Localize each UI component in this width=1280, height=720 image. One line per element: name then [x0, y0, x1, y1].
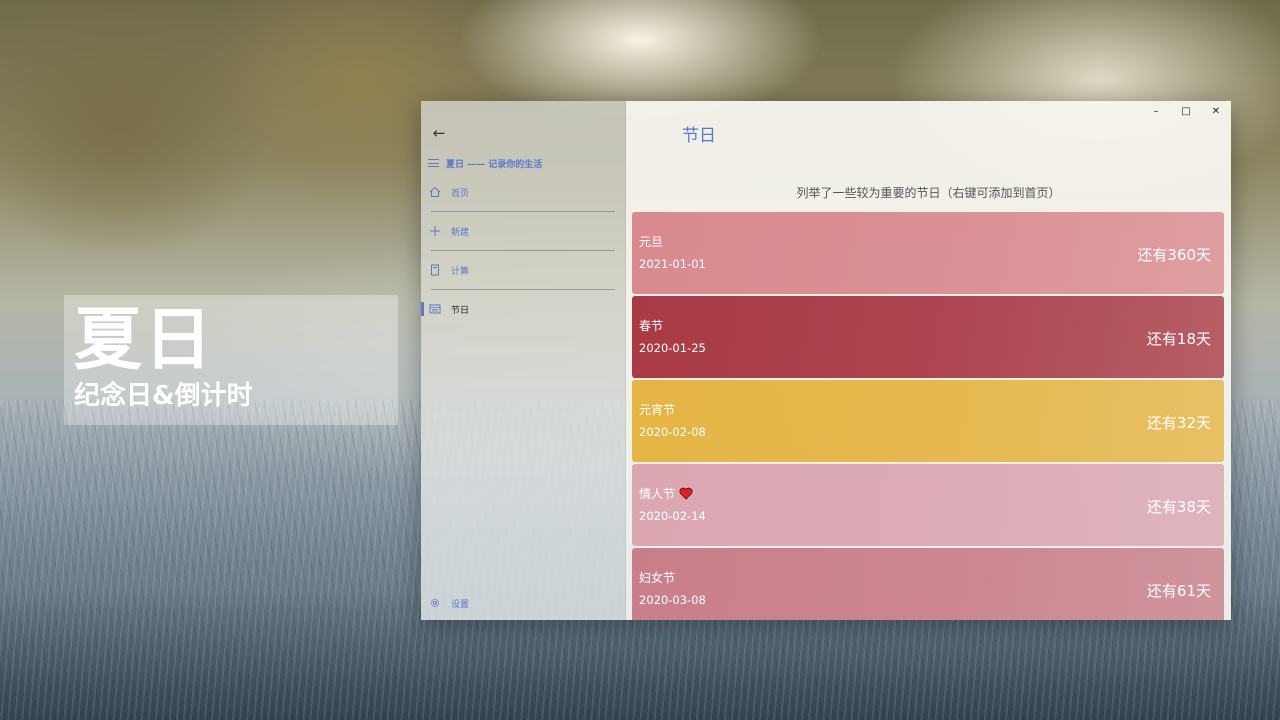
holiday-date: 2020-03-08 — [639, 593, 706, 607]
calculator-icon — [428, 263, 442, 277]
page-title: 节日 — [682, 126, 716, 146]
window-controls: – □ ✕ — [1141, 101, 1231, 121]
holiday-name: 元旦 — [639, 235, 664, 249]
promo-subtitle: 纪念日&倒计时 — [74, 381, 253, 411]
holiday-card[interactable]: 妇女节 2020-03-08 还有61天 — [632, 548, 1224, 620]
hamburger-icon[interactable] — [428, 159, 439, 167]
sidebar-item-label: 计算 — [451, 266, 470, 277]
settings-label: 设置 — [451, 599, 470, 610]
plus-icon — [428, 224, 442, 238]
holiday-name: 妇女节 — [639, 571, 676, 585]
holiday-name: 元宵节 — [639, 403, 676, 417]
holiday-date: 2020-01-25 — [639, 341, 706, 355]
holiday-remaining: 还有61天 — [1146, 582, 1211, 600]
close-button[interactable]: ✕ — [1201, 101, 1231, 121]
holiday-card[interactable]: 情人节 2020-02-14 还有38天 — [632, 464, 1224, 546]
divider — [431, 250, 615, 251]
holiday-date: 2021-01-01 — [639, 257, 706, 271]
sidebar-item-label: 节日 — [451, 305, 470, 316]
divider — [431, 211, 615, 212]
holiday-card[interactable]: 元旦 2021-01-01 还有360天 — [632, 212, 1224, 294]
main-content: – □ ✕ 节日 列举了一些较为重要的节日（右键可添加到首页） 元旦 2021-… — [626, 101, 1231, 620]
page-description: 列举了一些较为重要的节日（右键可添加到首页） — [796, 186, 1061, 200]
sidebar-item-calculate[interactable]: 计算 — [421, 258, 626, 282]
divider — [431, 289, 615, 290]
minimize-button[interactable]: – — [1141, 101, 1171, 121]
calendar-icon — [428, 302, 442, 316]
app-window: ← 夏日 —— 记录你的生活 首页 新建 计算 节日 设置 – □ ✕ 节日 列… — [421, 101, 1231, 620]
holiday-list: 元旦 2021-01-01 还有360天 春节 2020-01-25 还有18天… — [632, 212, 1224, 620]
sidebar-item-label: 首页 — [451, 188, 470, 199]
promo-badge: 夏日 纪念日&倒计时 — [64, 295, 398, 425]
sidebar-item-new[interactable]: 新建 — [421, 219, 626, 243]
home-icon — [428, 185, 442, 199]
app-title: 夏日 —— 记录你的生活 — [446, 159, 543, 170]
back-arrow-icon[interactable]: ← — [427, 123, 451, 143]
holiday-remaining: 还有18天 — [1146, 330, 1211, 348]
holiday-card[interactable]: 春节 2020-01-25 还有18天 — [632, 296, 1224, 378]
holiday-card[interactable]: 元宵节 2020-02-08 还有32天 — [632, 380, 1224, 462]
holiday-date: 2020-02-14 — [639, 509, 706, 523]
holiday-remaining: 还有38天 — [1146, 498, 1211, 516]
sidebar-item-home[interactable]: 首页 — [421, 180, 626, 204]
heart-icon — [679, 487, 693, 500]
app-title-row[interactable]: 夏日 —— 记录你的生活 — [428, 155, 542, 171]
holiday-name: 春节 — [639, 319, 664, 333]
holiday-remaining: 还有32天 — [1146, 414, 1211, 432]
sidebar-item-settings[interactable]: 设置 — [421, 591, 626, 615]
maximize-button[interactable]: □ — [1171, 101, 1201, 121]
sidebar-item-holidays[interactable]: 节日 — [421, 297, 626, 321]
holiday-remaining: 还有360天 — [1137, 246, 1211, 264]
promo-title: 夏日 — [74, 301, 215, 380]
sidebar: ← 夏日 —— 记录你的生活 首页 新建 计算 节日 设置 — [421, 101, 626, 620]
holiday-name: 情人节 — [639, 485, 693, 502]
sidebar-item-label: 新建 — [451, 227, 470, 238]
holiday-date: 2020-02-08 — [639, 425, 706, 439]
gear-icon — [428, 596, 442, 610]
